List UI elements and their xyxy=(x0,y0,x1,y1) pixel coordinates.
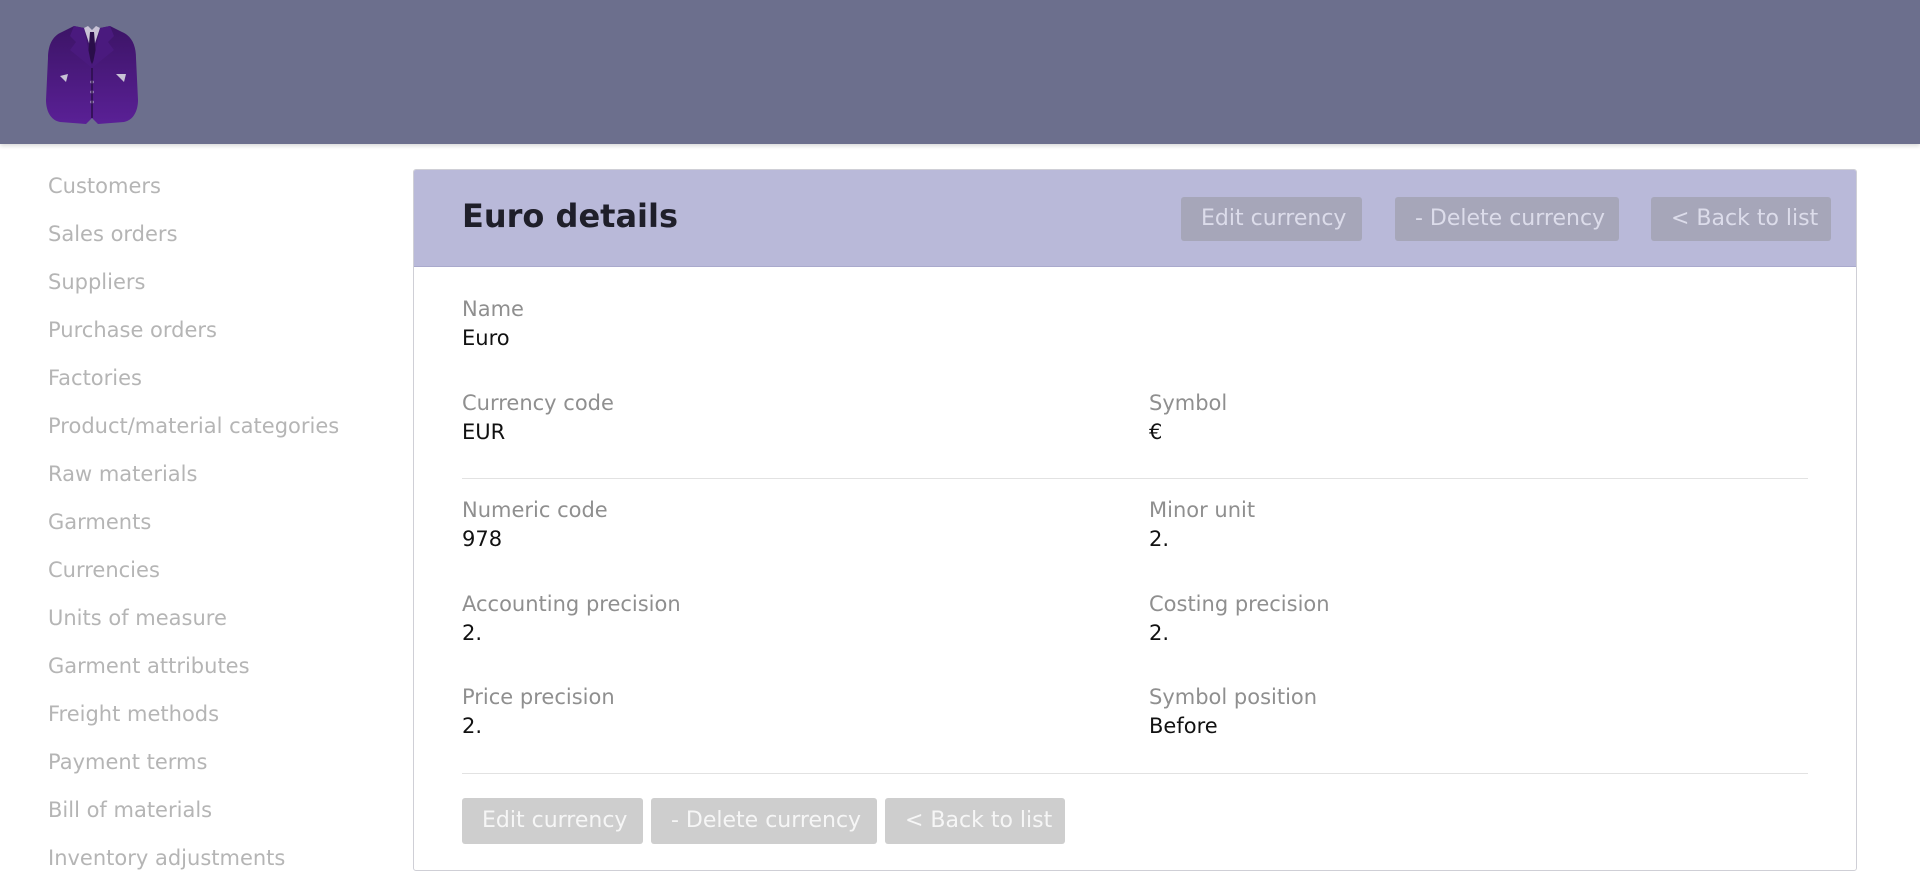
sidebar-item-garments[interactable]: Garments xyxy=(48,499,378,547)
field-costing-precision: Costing precision 2. xyxy=(1149,590,1330,648)
sidebar-item-raw-materials[interactable]: Raw materials xyxy=(48,451,378,499)
field-label: Symbol position xyxy=(1149,685,1318,709)
sidebar-nav: Customers Sales orders Suppliers Purchas… xyxy=(48,163,378,883)
sidebar-item-bill-of-materials[interactable]: Bill of materials xyxy=(48,787,378,835)
sidebar-item-garment-attributes[interactable]: Garment attributes xyxy=(48,643,378,691)
delete-currency-button-top[interactable]: - Delete currency xyxy=(1395,197,1619,241)
field-symbol: Symbol € xyxy=(1149,389,1227,447)
back-to-list-button[interactable]: < Back to list xyxy=(885,798,1065,844)
field-value: Before xyxy=(1149,714,1218,738)
field-minor-unit: Minor unit 2. xyxy=(1149,496,1255,554)
sidebar-item-freight-methods[interactable]: Freight methods xyxy=(48,691,378,739)
field-value: 2. xyxy=(1149,527,1170,551)
field-label: Minor unit xyxy=(1149,498,1256,522)
sidebar-item-currencies[interactable]: Currencies xyxy=(48,547,378,595)
delete-currency-button[interactable]: - Delete currency xyxy=(651,798,877,844)
field-accounting-precision: Accounting precision 2. xyxy=(462,590,681,648)
sidebar-item-units-of-measure[interactable]: Units of measure xyxy=(48,595,378,643)
field-numeric-code: Numeric code 978 xyxy=(462,496,608,554)
field-label: Price precision xyxy=(462,685,615,709)
sidebar-item-payment-terms[interactable]: Payment terms xyxy=(48,739,378,787)
back-to-list-button-top[interactable]: < Back to list xyxy=(1651,197,1831,241)
sidebar-item-factories[interactable]: Factories xyxy=(48,355,378,403)
field-value: 2. xyxy=(462,714,483,738)
sidebar-item-purchase-orders[interactable]: Purchase orders xyxy=(48,307,378,355)
field-label: Numeric code xyxy=(462,498,608,522)
field-value: EUR xyxy=(462,420,506,444)
panel-header: Euro details Edit currency - Delete curr… xyxy=(414,170,1856,267)
sidebar-item-sales-orders[interactable]: Sales orders xyxy=(48,211,378,259)
field-label: Accounting precision xyxy=(462,592,681,616)
field-value: Euro xyxy=(462,326,510,350)
field-symbol-position: Symbol position Before xyxy=(1149,683,1317,741)
jacket-logo-icon[interactable] xyxy=(44,22,140,126)
field-currency-code: Currency code EUR xyxy=(462,389,614,447)
sidebar-item-inventory-adjustments[interactable]: Inventory adjustments xyxy=(48,835,378,883)
sidebar-item-suppliers[interactable]: Suppliers xyxy=(48,259,378,307)
field-label: Currency code xyxy=(462,391,614,415)
divider xyxy=(462,773,1808,774)
sidebar-item-product-material-categories[interactable]: Product/material categories xyxy=(48,403,378,451)
field-value: 2. xyxy=(462,621,483,645)
field-value: € xyxy=(1149,420,1163,444)
page-title: Euro details xyxy=(462,197,679,235)
field-value: 2. xyxy=(1149,621,1170,645)
divider xyxy=(462,478,1808,479)
field-label: Name xyxy=(462,297,524,321)
currency-details-panel: Euro details Edit currency - Delete curr… xyxy=(413,169,1857,871)
field-label: Costing precision xyxy=(1149,592,1330,616)
field-name: Name Euro xyxy=(462,295,524,353)
field-price-precision: Price precision 2. xyxy=(462,683,615,741)
edit-currency-button[interactable]: Edit currency xyxy=(462,798,643,844)
field-label: Symbol xyxy=(1149,391,1228,415)
field-value: 978 xyxy=(462,527,503,551)
sidebar-item-customers[interactable]: Customers xyxy=(48,163,378,211)
top-bar xyxy=(0,0,1920,144)
edit-currency-button-top[interactable]: Edit currency xyxy=(1181,197,1362,241)
